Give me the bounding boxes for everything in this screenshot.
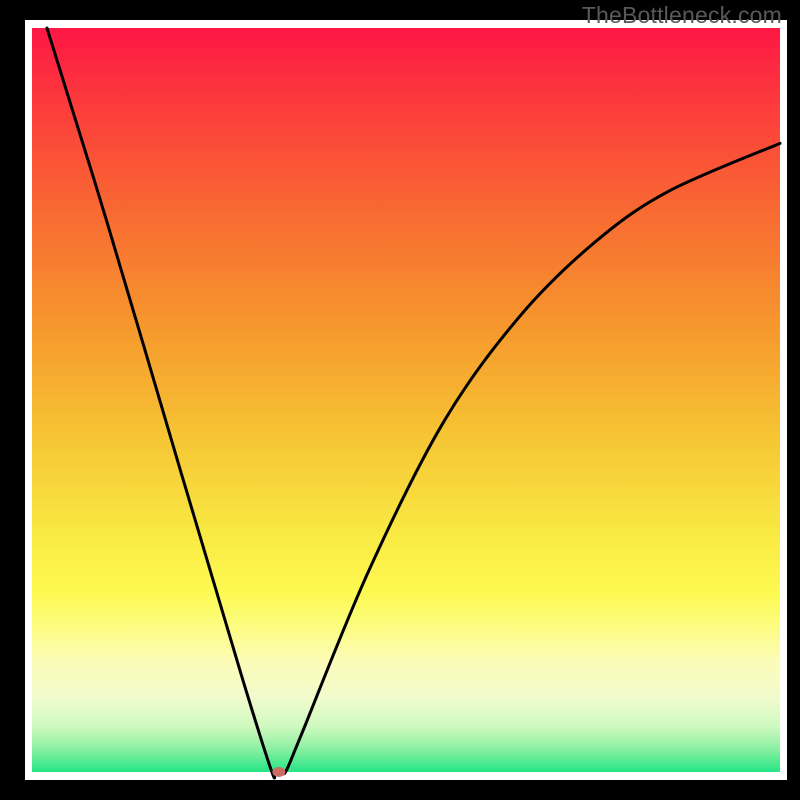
optimal-point-marker <box>272 767 285 777</box>
watermark-text: TheBottleneck.com <box>582 2 782 29</box>
chart-svg <box>0 0 800 800</box>
chart-container: TheBottleneck.com <box>0 0 800 800</box>
plot-background <box>32 28 780 772</box>
